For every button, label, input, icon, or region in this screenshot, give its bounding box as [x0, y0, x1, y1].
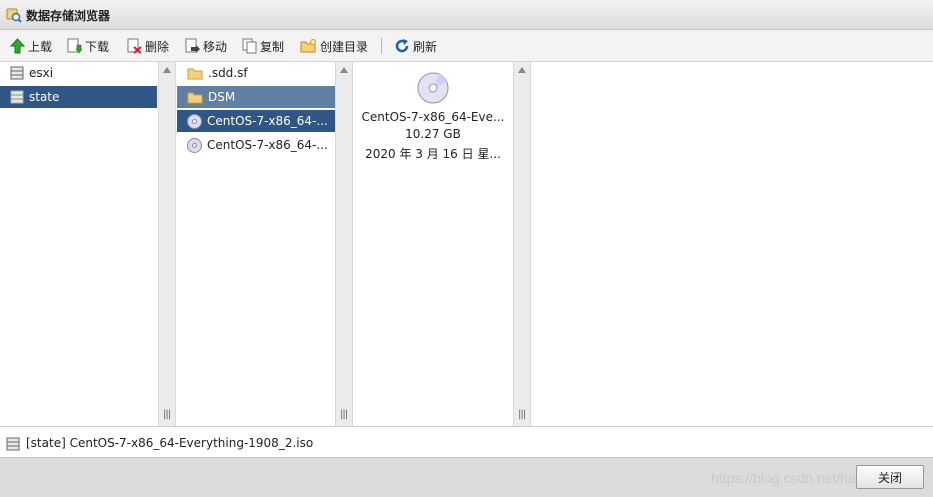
download-label: 下载 [85, 39, 110, 54]
refresh-icon [395, 39, 409, 53]
datastore-browser-icon [6, 7, 22, 26]
refresh-button[interactable]: 刷新 [394, 37, 437, 55]
download-icon [67, 38, 82, 54]
resize-grip-icon: ||| [518, 409, 526, 420]
list-item[interactable]: CentOS-7-x86_64-... [177, 110, 335, 132]
detail-file-size: 10.27 GB [405, 127, 461, 141]
scroll-up-icon [340, 67, 348, 73]
datastore-icon [10, 90, 24, 104]
folder-icon [187, 67, 203, 80]
column-splitter[interactable]: ||| [335, 62, 353, 426]
resize-grip-icon: ||| [163, 409, 171, 420]
close-button[interactable]: 关闭 [856, 465, 924, 489]
move-label: 移动 [203, 39, 228, 54]
list-item[interactable]: .sdd.sf [177, 62, 335, 84]
column-splitter[interactable]: ||| [158, 62, 176, 426]
file-name: CentOS-7-x86_64-... [207, 114, 328, 128]
delete-label: 删除 [145, 39, 170, 54]
copy-button[interactable]: 复制 [242, 37, 284, 55]
file-name: CentOS-7-x86_64-... [207, 138, 328, 152]
window-title: 数据存储浏览器 [26, 9, 111, 23]
new-folder-icon [300, 39, 316, 53]
copy-icon [242, 38, 257, 54]
create-directory-button[interactable]: 创建目录 [300, 37, 368, 55]
title-bar: 数据存储浏览器 [0, 0, 933, 30]
delete-icon [127, 38, 142, 54]
move-button[interactable]: 移动 [185, 37, 227, 55]
upload-button[interactable]: 上载 [10, 37, 52, 55]
datastore-item-esxi[interactable]: esxi [0, 62, 157, 84]
disc-icon [187, 137, 202, 153]
upload-label: 上载 [28, 39, 53, 54]
copy-label: 复制 [260, 39, 285, 54]
dialog-footer: https://blog.csdn.net/hao1199 关闭 [0, 457, 933, 497]
refresh-label: 刷新 [413, 39, 438, 54]
column-splitter[interactable]: ||| [513, 62, 531, 426]
delete-button[interactable]: 删除 [127, 37, 169, 55]
toolbar: 上载 下载 删除 移动 复制 创建目录 刷新 [0, 30, 933, 62]
file-name: DSM [208, 90, 236, 104]
disc-icon [417, 72, 449, 107]
file-list: .sdd.sf DSM CentOS-7-x86_64-... CentOS-7… [177, 62, 335, 426]
datastore-list: esxi state [0, 62, 157, 426]
list-item[interactable]: DSM [177, 86, 335, 108]
detail-file-name: CentOS-7-x86_64-Eve... [361, 110, 505, 124]
resize-grip-icon: ||| [340, 409, 348, 420]
datastore-label: state [29, 90, 60, 104]
toolbar-separator [381, 38, 382, 54]
move-icon [185, 38, 200, 53]
scroll-up-icon [163, 67, 171, 73]
datastore-label: esxi [29, 66, 54, 80]
scroll-up-icon [518, 67, 526, 73]
download-button[interactable]: 下载 [67, 37, 109, 55]
empty-column [531, 62, 933, 426]
detail-file-date: 2020 年 3 月 16 日 星... [365, 147, 501, 161]
datastore-icon [10, 66, 24, 80]
folder-icon [187, 91, 203, 104]
list-item[interactable]: CentOS-7-x86_64-... [177, 134, 335, 156]
file-details: CentOS-7-x86_64-Eve... 10.27 GB 2020 年 3… [353, 62, 513, 426]
status-bar: [state] CentOS-7-x86_64-Everything-1908_… [0, 426, 933, 457]
datastore-icon [6, 437, 20, 454]
selected-path: [state] CentOS-7-x86_64-Everything-1908_… [26, 436, 314, 450]
create-directory-label: 创建目录 [320, 39, 369, 54]
disc-icon [187, 113, 202, 129]
file-name: .sdd.sf [208, 66, 248, 80]
datastore-item-state[interactable]: state [0, 86, 157, 108]
upload-arrow-icon [10, 38, 25, 54]
